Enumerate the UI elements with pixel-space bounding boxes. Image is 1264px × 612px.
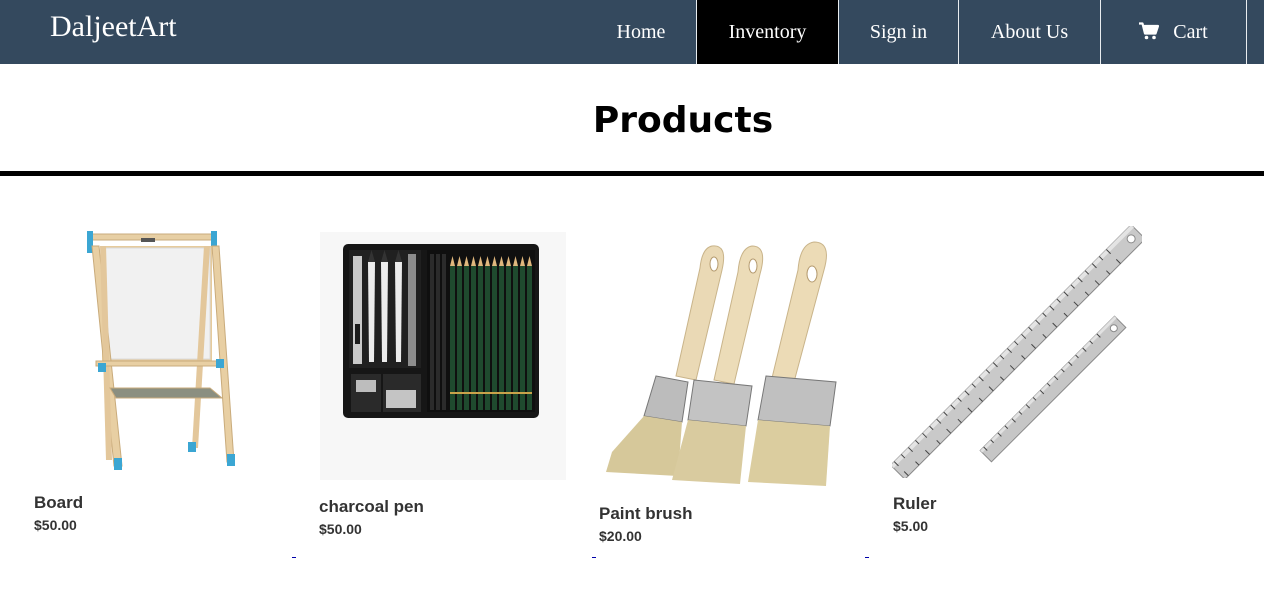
- paint-brushes-image[interactable]: [600, 240, 845, 488]
- pencil-set-image[interactable]: [320, 232, 566, 480]
- product-link[interactable]: [865, 557, 869, 558]
- product-name[interactable]: Ruler: [893, 494, 936, 514]
- cart-icon: [1139, 22, 1160, 40]
- product-name[interactable]: charcoal pen: [319, 497, 424, 517]
- brand-logo[interactable]: DaljeetArt: [50, 10, 177, 44]
- nav-divider: [1246, 0, 1247, 64]
- nav-sign-in[interactable]: Sign in: [839, 0, 958, 64]
- product-name[interactable]: Paint brush: [599, 504, 693, 524]
- nav-cart[interactable]: Cart: [1101, 0, 1246, 64]
- product-name[interactable]: Board: [34, 493, 83, 513]
- nav-about-us[interactable]: About Us: [959, 0, 1100, 64]
- product-price: $20.00: [599, 528, 642, 544]
- top-navbar: DaljeetArt Home Inventory Sign in About …: [0, 0, 1264, 64]
- nav-inventory[interactable]: Inventory: [697, 0, 838, 64]
- title-divider: [0, 171, 1264, 176]
- product-price: $5.00: [893, 518, 929, 534]
- easel-image[interactable]: [70, 226, 240, 476]
- page-title: Products: [592, 100, 774, 141]
- nav-cart-label: Cart: [1173, 21, 1208, 43]
- pencil-row: [430, 254, 532, 410]
- product-price: $50.00: [319, 521, 362, 537]
- nav-home[interactable]: Home: [593, 0, 689, 64]
- steel-rulers-image[interactable]: [892, 226, 1142, 478]
- product-price: $50.00: [34, 517, 77, 533]
- product-link[interactable]: [292, 557, 296, 558]
- product-link[interactable]: [592, 557, 596, 558]
